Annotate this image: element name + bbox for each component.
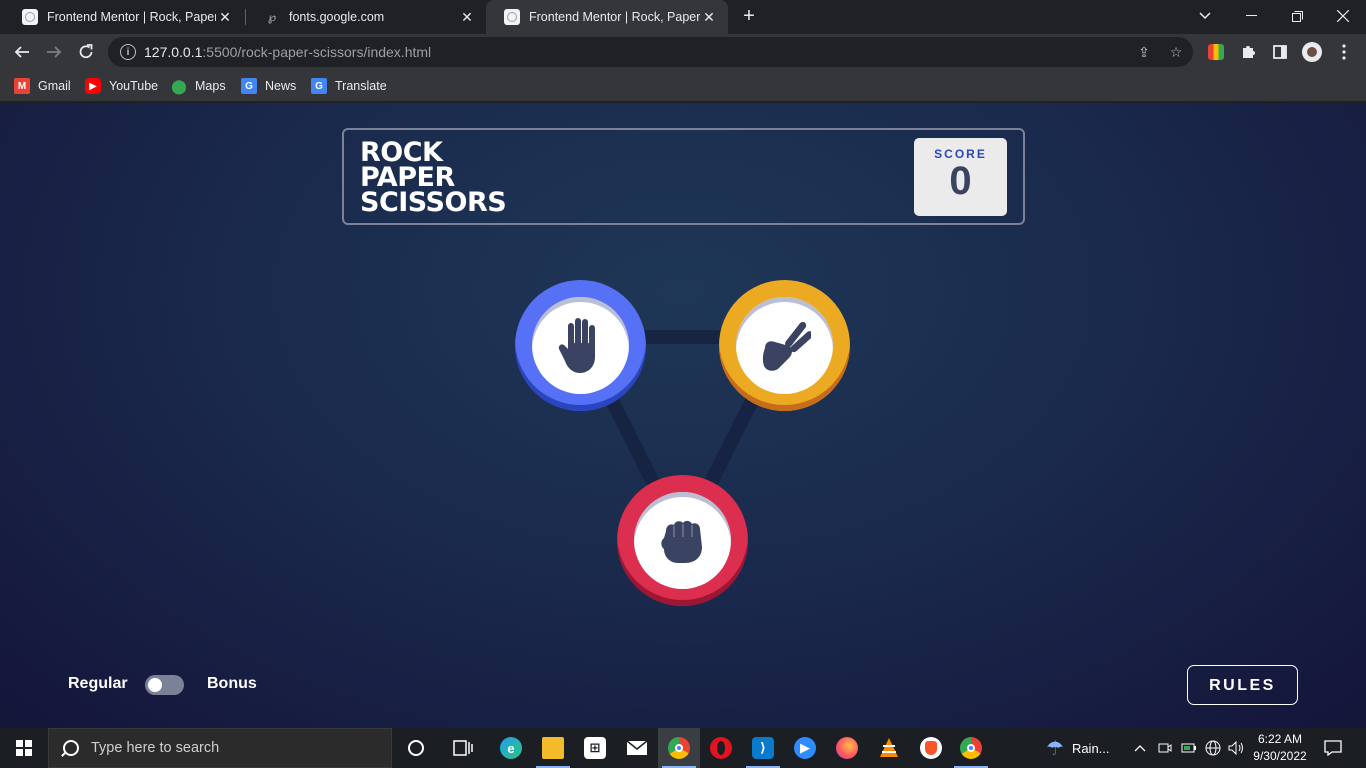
minimize-button[interactable] <box>1228 0 1274 32</box>
tab-title: Frontend Mentor | Rock, Paper, S <box>529 10 700 24</box>
google-fonts-icon: ℘ <box>267 10 277 24</box>
notification-center-icon[interactable] <box>1324 728 1342 768</box>
clock-date: 9/30/2022 <box>1253 749 1307 763</box>
vscode-icon[interactable]: ⟩ <box>742 728 784 768</box>
weather-widget[interactable]: ☂ Rain... <box>1046 728 1110 768</box>
search-icon <box>63 740 79 756</box>
browser-tab-strip: Frontend Mentor | Rock, Paper, S ✕ ℘ fon… <box>0 0 1366 34</box>
tab-title: Frontend Mentor | Rock, Paper, S <box>47 10 216 24</box>
tab-frontend-mentor-1[interactable]: Frontend Mentor | Rock, Paper, S ✕ <box>4 0 244 34</box>
bookmark-gmail[interactable]: M Gmail <box>14 76 71 96</box>
tab-google-fonts[interactable]: ℘ fonts.google.com ✕ <box>246 0 486 34</box>
frontend-mentor-icon <box>22 9 38 25</box>
vlc-icon[interactable] <box>868 728 910 768</box>
news-icon: G <box>241 78 257 94</box>
maps-icon: ⬤ <box>171 77 187 94</box>
address-bar[interactable]: i 127.0.0.1:5500/rock-paper-scissors/ind… <box>108 37 1193 67</box>
rules-button[interactable]: RULES <box>1187 665 1298 705</box>
bookmark-news[interactable]: G News <box>241 76 296 96</box>
close-window-button[interactable] <box>1320 0 1366 32</box>
gmail-icon: M <box>14 78 30 94</box>
bookmark-label: Maps <box>195 79 226 93</box>
tab-title: fonts.google.com <box>289 10 385 24</box>
menu-kebab-icon[interactable] <box>1334 42 1354 62</box>
reload-icon <box>79 44 93 59</box>
task-view-icon[interactable] <box>442 728 484 768</box>
mode-bonus-label: Bonus <box>207 675 257 692</box>
bookmark-label: News <box>265 79 297 93</box>
zoom-icon[interactable]: ▶ <box>784 728 826 768</box>
rain-umbrella-icon: ☂ <box>1046 737 1064 760</box>
translate-icon: G <box>311 78 327 94</box>
hand-scissors-icon <box>762 321 811 371</box>
restore-button[interactable] <box>1274 0 1320 32</box>
url-text[interactable]: 127.0.0.1:5500/rock-paper-scissors/index… <box>144 44 431 60</box>
site-info-icon[interactable]: i <box>120 44 136 60</box>
hand-paper-icon <box>558 317 595 373</box>
youtube-icon: ▶ <box>85 78 101 94</box>
meet-now-icon[interactable] <box>1158 728 1172 768</box>
share-icon[interactable]: ⇪ <box>1136 44 1152 60</box>
bonus-mode-toggle[interactable] <box>145 675 184 695</box>
frontend-mentor-icon <box>504 9 520 25</box>
search-placeholder: Type here to search <box>91 740 220 756</box>
cortana-icon[interactable] <box>395 728 437 768</box>
forward-arrow-icon <box>47 46 62 58</box>
tab-frontend-mentor-active[interactable]: Frontend Mentor | Rock, Paper, S ✕ <box>486 0 728 34</box>
windows-taskbar: Type here to search e ⊞ ⟩ ▶ ☂ Rain... 6:… <box>0 728 1366 768</box>
bookmarks-bar: M Gmail ▶ YouTube ⬤ Maps G News G Transl… <box>0 70 1366 102</box>
close-icon[interactable]: ✕ <box>700 9 718 26</box>
taskbar-search-box[interactable]: Type here to search <box>48 728 392 768</box>
show-hidden-icons-chevron-icon[interactable] <box>1134 728 1146 768</box>
bookmark-youtube[interactable]: ▶ YouTube <box>85 76 158 96</box>
clock-time: 6:22 AM <box>1257 732 1303 746</box>
store-icon[interactable]: ⊞ <box>574 728 616 768</box>
bookmark-maps[interactable]: ⬤ Maps <box>171 76 226 96</box>
paper-token-face <box>532 297 629 394</box>
back-button[interactable] <box>8 38 36 66</box>
game-page: ROCK PAPER SCISSORS SCORE 0 Regular Bonu… <box>0 103 1366 728</box>
profile-avatar[interactable] <box>1302 42 1322 62</box>
firefox-icon[interactable] <box>826 728 868 768</box>
extension-icon[interactable] <box>1206 42 1226 62</box>
close-icon[interactable]: ✕ <box>216 9 234 26</box>
windows-logo-icon <box>16 740 32 756</box>
paper-choice-button[interactable] <box>515 280 646 411</box>
scissors-choice-button[interactable] <box>719 280 850 411</box>
bookmark-label: YouTube <box>109 79 159 93</box>
file-explorer-icon[interactable] <box>532 728 574 768</box>
scissors-token-face <box>736 297 833 394</box>
extensions-puzzle-icon[interactable] <box>1238 42 1258 62</box>
forward-button[interactable] <box>40 38 68 66</box>
reload-button[interactable] <box>72 38 100 66</box>
mode-regular-label: Regular <box>68 675 128 692</box>
triangle-background <box>573 330 791 547</box>
start-button[interactable] <box>0 728 48 768</box>
weather-text: Rain... <box>1071 740 1110 756</box>
bookmark-label: Gmail <box>38 79 71 93</box>
rock-choice-button[interactable] <box>617 475 748 606</box>
toggle-knob <box>148 678 162 692</box>
mail-icon[interactable] <box>616 728 658 768</box>
bookmark-label: Translate <box>335 79 387 93</box>
back-arrow-icon <box>14 46 29 58</box>
tab-search-chevron-icon[interactable] <box>1182 0 1228 32</box>
bookmark-translate[interactable]: G Translate <box>311 76 387 96</box>
volume-icon[interactable] <box>1228 728 1244 768</box>
browser-toolbar: i 127.0.0.1:5500/rock-paper-scissors/ind… <box>0 34 1366 70</box>
bookmark-star-icon[interactable]: ☆ <box>1168 44 1184 60</box>
close-icon[interactable]: ✕ <box>458 9 476 26</box>
battery-icon[interactable] <box>1181 728 1197 768</box>
network-globe-icon[interactable] <box>1205 728 1221 768</box>
new-tab-button[interactable]: + <box>738 5 760 27</box>
hand-rock-icon <box>660 520 702 563</box>
chrome-icon[interactable] <box>950 728 992 768</box>
rock-token-face <box>634 492 731 589</box>
side-panel-icon[interactable] <box>1270 42 1290 62</box>
edge-icon[interactable]: e <box>490 728 532 768</box>
chrome-icon[interactable] <box>658 728 700 768</box>
opera-icon[interactable] <box>700 728 742 768</box>
taskbar-clock[interactable]: 6:22 AM 9/30/2022 <box>1246 731 1314 765</box>
brave-icon[interactable] <box>910 728 952 768</box>
